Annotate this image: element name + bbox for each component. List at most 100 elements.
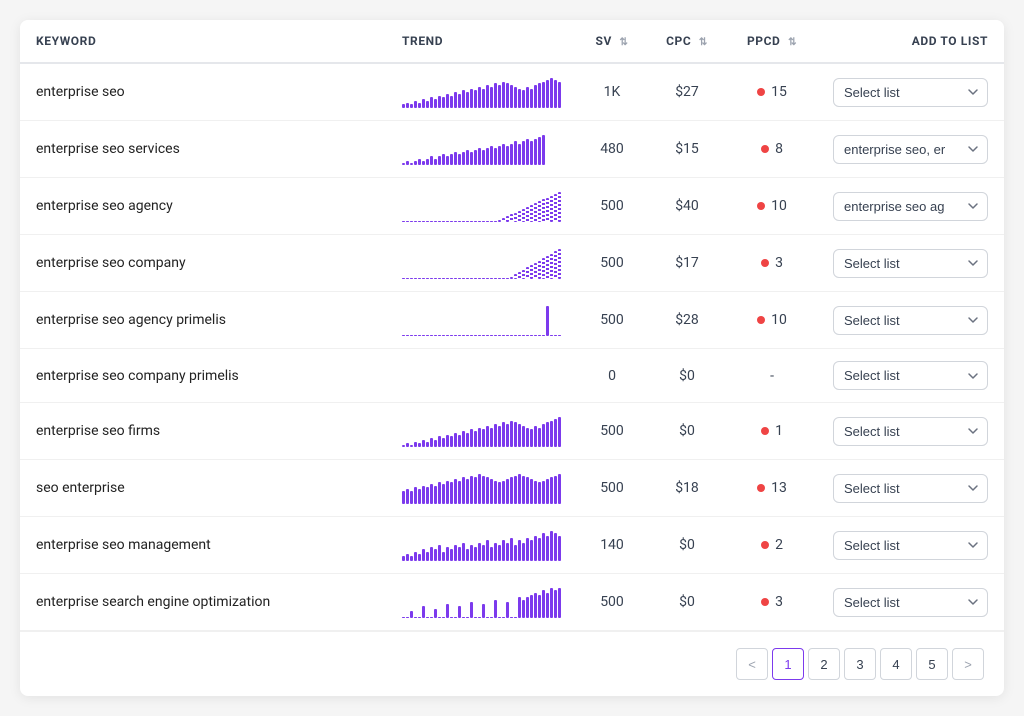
ppcd-value: -	[770, 368, 774, 384]
main-container: KEYWORD TREND SV ⇅ CPC ⇅ PPCD ⇅ ADD TO L…	[20, 20, 1004, 696]
col-addtolist: ADD TO LIST	[817, 20, 1004, 63]
table-header-row: KEYWORD TREND SV ⇅ CPC ⇅ PPCD ⇅ ADD TO L…	[20, 20, 1004, 63]
addtolist-cell: Select list	[817, 403, 1004, 460]
next-page-button[interactable]: >	[952, 648, 984, 680]
sv-cell: 480	[577, 121, 647, 178]
pagination: < 1 2 3 4 5 >	[20, 631, 1004, 696]
ppcd-value: 10	[771, 312, 787, 328]
addtolist-cell: Select list	[817, 517, 1004, 574]
col-cpc[interactable]: CPC ⇅	[647, 20, 727, 63]
keyword-cell: enterprise seo agency	[20, 178, 386, 235]
ppcd-value: 3	[775, 594, 783, 610]
table-row: seo enterprise500$1813Select list	[20, 460, 1004, 517]
cpc-cell: $17	[647, 235, 727, 292]
table-row: enterprise seo management 140$0 2 Select li…	[20, 517, 1004, 574]
page-3-button[interactable]: 3	[844, 648, 876, 680]
trend-cell	[386, 349, 577, 403]
sv-sort-icon[interactable]: ⇅	[620, 37, 629, 48]
ppcd-sort-icon[interactable]: ⇅	[788, 37, 797, 48]
sv-cell: 500	[577, 403, 647, 460]
select-list-dropdown[interactable]: Select list	[833, 78, 988, 107]
select-list-dropdown[interactable]: Select list	[833, 361, 988, 390]
table-row: enterprise seo company primelis0$0-Selec…	[20, 349, 1004, 403]
keyword-cell: enterprise seo company	[20, 235, 386, 292]
addtolist-cell: enterprise seo ag	[817, 178, 1004, 235]
keyword-cell: enterprise seo management	[20, 517, 386, 574]
ppcd-cell: 10	[727, 292, 817, 349]
trend-cell	[386, 178, 577, 235]
table-row: enterprise seo company 500$17 3 Select list	[20, 235, 1004, 292]
trend-cell	[386, 292, 577, 349]
cpc-sort-icon[interactable]: ⇅	[699, 37, 708, 48]
cpc-cell: $27	[647, 63, 727, 121]
trend-cell	[386, 517, 577, 574]
addtolist-cell: Select list	[817, 349, 1004, 403]
sv-cell: 500	[577, 292, 647, 349]
cpc-cell: $15	[647, 121, 727, 178]
ppcd-dot	[757, 202, 765, 210]
col-sv[interactable]: SV ⇅	[577, 20, 647, 63]
select-list-dropdown[interactable]: Select list	[833, 306, 988, 335]
trend-cell	[386, 403, 577, 460]
cpc-cell: $0	[647, 403, 727, 460]
prev-page-button[interactable]: <	[736, 648, 768, 680]
ppcd-dot	[757, 88, 765, 96]
select-list-dropdown[interactable]: Select list	[833, 588, 988, 617]
table-row: enterprise seo agency 500$40 10 enterprise …	[20, 178, 1004, 235]
ppcd-cell: 3	[727, 235, 817, 292]
sv-cell: 0	[577, 349, 647, 403]
page-1-button[interactable]: 1	[772, 648, 804, 680]
table-row: enterprise seo 1K$27 15 Select list	[20, 63, 1004, 121]
trend-cell	[386, 121, 577, 178]
ppcd-value: 15	[771, 84, 787, 100]
keywords-table: KEYWORD TREND SV ⇅ CPC ⇅ PPCD ⇅ ADD TO L…	[20, 20, 1004, 631]
keyword-cell: enterprise seo agency primelis	[20, 292, 386, 349]
trend-cell	[386, 574, 577, 631]
col-keyword: KEYWORD	[20, 20, 386, 63]
sv-cell: 1K	[577, 63, 647, 121]
ppcd-cell: 3	[727, 574, 817, 631]
sv-cell: 500	[577, 235, 647, 292]
ppcd-cell: 8	[727, 121, 817, 178]
addtolist-cell: enterprise seo, er	[817, 121, 1004, 178]
sv-cell: 500	[577, 460, 647, 517]
col-ppcd[interactable]: PPCD ⇅	[727, 20, 817, 63]
sv-cell: 140	[577, 517, 647, 574]
select-list-dropdown[interactable]: Select list	[833, 474, 988, 503]
select-list-dropdown[interactable]: enterprise seo, er	[833, 135, 988, 164]
page-2-button[interactable]: 2	[808, 648, 840, 680]
ppcd-cell: 13	[727, 460, 817, 517]
ppcd-dot	[761, 598, 769, 606]
table-row: enterprise search engine optimization 500…	[20, 574, 1004, 631]
keyword-cell: enterprise seo	[20, 63, 386, 121]
addtolist-cell: Select list	[817, 235, 1004, 292]
select-list-dropdown[interactable]: Select list	[833, 249, 988, 278]
cpc-cell: $28	[647, 292, 727, 349]
keyword-cell: enterprise search engine optimization	[20, 574, 386, 631]
ppcd-cell: 2	[727, 517, 817, 574]
sv-cell: 500	[577, 574, 647, 631]
cpc-cell: $0	[647, 574, 727, 631]
select-list-dropdown[interactable]: enterprise seo ag	[833, 192, 988, 221]
keyword-cell: enterprise seo firms	[20, 403, 386, 460]
ppcd-dot	[757, 316, 765, 324]
sv-cell: 500	[577, 178, 647, 235]
ppcd-dot	[761, 427, 769, 435]
select-list-dropdown[interactable]: Select list	[833, 417, 988, 446]
addtolist-cell: Select list	[817, 292, 1004, 349]
addtolist-cell: Select list	[817, 574, 1004, 631]
cpc-cell: $0	[647, 517, 727, 574]
cpc-cell: $0	[647, 349, 727, 403]
ppcd-cell: 10	[727, 178, 817, 235]
cpc-cell: $40	[647, 178, 727, 235]
ppcd-value: 10	[771, 198, 787, 214]
ppcd-value: 2	[775, 537, 783, 553]
table-row: enterprise seo services480$158enterprise…	[20, 121, 1004, 178]
page-5-button[interactable]: 5	[916, 648, 948, 680]
ppcd-value: 8	[775, 141, 783, 157]
addtolist-cell: Select list	[817, 460, 1004, 517]
page-4-button[interactable]: 4	[880, 648, 912, 680]
select-list-dropdown[interactable]: Select list	[833, 531, 988, 560]
ppcd-value: 3	[775, 255, 783, 271]
cpc-cell: $18	[647, 460, 727, 517]
